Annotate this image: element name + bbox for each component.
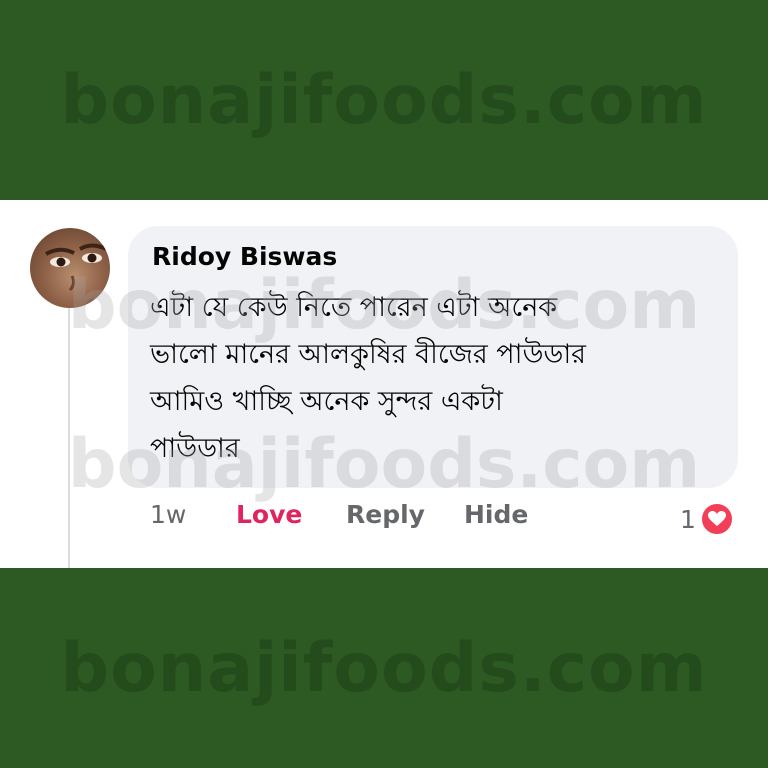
reaction-summary[interactable]: 1 xyxy=(680,502,734,536)
love-reaction-icon xyxy=(699,502,734,536)
reaction-count: 1 xyxy=(680,504,696,534)
comment-line: আমিও খাচ্ছি অনেক সুন্দর একটা xyxy=(150,386,503,417)
watermark-overlay: bonajifoods.com xyxy=(67,425,701,504)
watermark-text: bonajifoods.com xyxy=(60,60,708,140)
love-button[interactable]: Love xyxy=(236,500,302,529)
comment-panel: Ridoy Biswas এটা যে কেউ নিতে পারেন এটা অ… xyxy=(0,200,768,568)
top-band: bonajifoods.com xyxy=(0,0,768,200)
watermark-overlay: bonajifoods.com xyxy=(67,266,701,345)
comment-timestamp[interactable]: 1w xyxy=(150,500,186,529)
hide-button[interactable]: Hide xyxy=(464,500,528,529)
reply-button[interactable]: Reply xyxy=(346,500,425,529)
watermark-text: bonajifoods.com xyxy=(60,628,708,708)
bottom-band: bonajifoods.com xyxy=(0,568,768,768)
